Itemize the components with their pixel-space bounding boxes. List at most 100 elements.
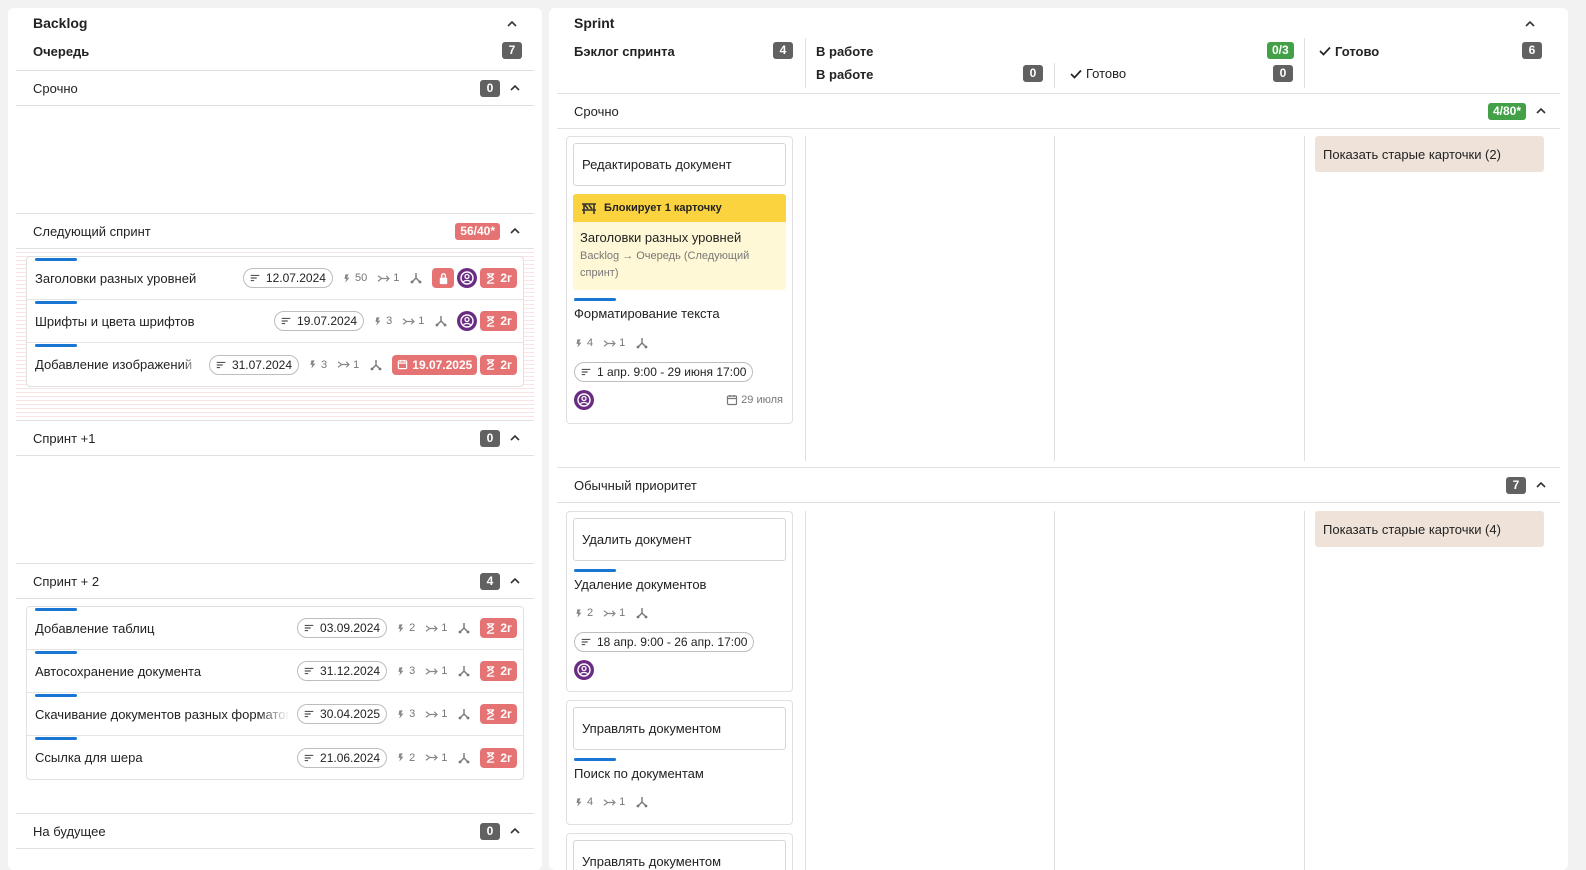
tree-icon[interactable] (635, 795, 649, 809)
section-sprint-plus-1[interactable]: Спринт +1 0 (16, 420, 534, 456)
story-title[interactable]: Управлять документом (573, 840, 786, 870)
task-name[interactable]: Заголовки разных уровней (35, 271, 235, 286)
swimlane-urgent[interactable]: Срочно 4/80* (557, 93, 1560, 129)
blocker-title[interactable]: Заголовки разных уровней (580, 230, 778, 245)
chevron-up-icon[interactable] (508, 431, 522, 445)
task-name[interactable]: Добавление таблиц (35, 621, 289, 636)
chevron-up-icon[interactable] (1534, 104, 1548, 118)
chevron-up-icon[interactable] (1534, 478, 1548, 492)
story-title[interactable]: Удалить документ (573, 518, 786, 561)
col-sprint-backlog-count: 4 (773, 42, 793, 59)
tree-icon[interactable] (635, 606, 649, 620)
task-name[interactable]: Добавление изображений (35, 357, 201, 372)
queue-label: Очередь (33, 44, 90, 59)
task-row[interactable]: Шрифты и цвета шрифтов 19.07.2024 3 1 2г (27, 300, 523, 343)
duration-pill[interactable]: 2г (480, 661, 517, 681)
task-row[interactable]: Добавление таблиц 03.09.2024 2 1 2г (27, 607, 523, 650)
tree-icon[interactable] (457, 621, 471, 635)
duration-pill[interactable]: 2г (480, 311, 517, 331)
tree-icon[interactable] (434, 314, 448, 328)
section-future[interactable]: На будущее 0 (16, 813, 534, 849)
lock-icon[interactable] (432, 268, 455, 288)
duration-pill[interactable]: 2г (480, 704, 517, 724)
avatar[interactable] (574, 660, 594, 680)
task-date[interactable]: 03.09.2024 (297, 618, 388, 638)
avatar[interactable] (574, 390, 594, 410)
story-card[interactable]: Управлять документом (566, 833, 793, 870)
swimlane-count-badge: 7 (1506, 476, 1526, 494)
task-row[interactable]: Заголовки разных уровней 12.07.2024 50 1… (27, 257, 523, 300)
tree-icon[interactable] (635, 336, 649, 350)
links-text: 1 (441, 665, 448, 677)
duration-text: 2г (500, 357, 512, 372)
duration-pill[interactable]: 2г (480, 618, 517, 638)
link-arrow-icon (377, 273, 390, 284)
duration-pill[interactable]: 2г (480, 747, 517, 768)
task-name[interactable]: Ссылка для шера (35, 750, 289, 765)
task-date[interactable]: 19.07.2024 (274, 311, 365, 331)
task-date[interactable]: 30.04.2025 (297, 704, 388, 724)
show-old-cards-button[interactable]: Показать старые карточки (4) (1315, 511, 1544, 547)
task-date[interactable]: 12.07.2024 (242, 268, 333, 288)
task-row[interactable]: Скачивание документов разных форматов 30… (27, 693, 523, 736)
task-item[interactable]: Форматирование текста 4 1 1 апр. 9:00 - … (574, 298, 786, 410)
queue-count-badge: 7 (502, 42, 522, 59)
avatar[interactable] (457, 268, 478, 288)
chevron-up-icon[interactable] (508, 574, 522, 588)
tree-icon[interactable] (457, 707, 471, 721)
task-name[interactable]: Удаление документов (574, 577, 786, 592)
story-card[interactable]: Управлять документом Поиск по документам… (566, 700, 793, 825)
deadline-pill[interactable]: 19.07.2025 (392, 354, 478, 375)
story-card[interactable]: Редактировать документ Блокирует 1 карто… (566, 136, 793, 424)
progress-bar (574, 569, 616, 572)
tree-icon[interactable] (409, 271, 423, 285)
links-count: 1 (402, 315, 424, 327)
link-arrow-icon (337, 359, 350, 370)
tree-icon[interactable] (369, 358, 383, 372)
chevron-up-icon[interactable] (508, 224, 522, 238)
show-old-cards-button[interactable]: Показать старые карточки (2) (1315, 136, 1544, 172)
task-date[interactable]: 21.06.2024 (297, 747, 388, 768)
points-text: 2 (409, 751, 416, 764)
story-card[interactable]: Удалить документ Удаление документов 2 1… (566, 511, 793, 692)
bolt-icon (396, 709, 406, 720)
section-count-badge: 0 (480, 429, 500, 447)
task-date[interactable]: 31.12.2024 (297, 661, 388, 681)
section-sprint-plus-2[interactable]: Спринт + 2 4 (16, 563, 534, 599)
task-date[interactable]: 31.07.2024 (208, 354, 300, 375)
lane-divider (1054, 511, 1055, 870)
tree-icon[interactable] (457, 664, 471, 678)
task-item[interactable]: Поиск по документам 4 1 (574, 758, 786, 810)
bolt-icon (574, 338, 584, 349)
collapse-sprint-chevron-icon[interactable] (1523, 17, 1537, 31)
task-name[interactable]: Скачивание документов разных форматов (35, 707, 289, 722)
story-title[interactable]: Редактировать документ (573, 143, 786, 186)
duration-pill[interactable]: 2г (480, 354, 517, 375)
swimlane-normal[interactable]: Обычный приоритет 7 (557, 467, 1560, 503)
task-name[interactable]: Форматирование текста (574, 306, 786, 321)
chevron-up-icon[interactable] (508, 81, 522, 95)
bolt-icon (574, 608, 584, 619)
task-row[interactable]: Добавление изображений 31.07.2024 3 1 19… (27, 343, 523, 386)
task-name[interactable]: Автосохранение документа (35, 664, 289, 679)
task-date-range[interactable]: 1 апр. 9:00 - 29 июня 17:00 (574, 362, 754, 382)
collapse-backlog-chevron-icon[interactable] (505, 17, 519, 31)
task-row[interactable]: Автосохранение документа 31.12.2024 3 1 … (27, 650, 523, 693)
task-row[interactable]: Ссылка для шера 21.06.2024 2 1 2г (27, 736, 523, 779)
avatar[interactable] (457, 311, 478, 331)
task-date-range[interactable]: 18 апр. 9:00 - 26 апр. 17:00 (574, 632, 755, 652)
blocker-box[interactable]: Блокирует 1 карточку Заголовки разных ур… (573, 194, 786, 290)
story-title[interactable]: Управлять документом (573, 707, 786, 750)
task-name[interactable]: Поиск по документам (574, 766, 786, 781)
task-item[interactable]: Удаление документов 2 1 18 апр. 9:00 - 2… (574, 569, 786, 683)
story-points: 3 (308, 359, 327, 371)
section-urgent[interactable]: Срочно 0 (16, 70, 534, 106)
hourglass-icon (485, 709, 496, 720)
task-name[interactable]: Шрифты и цвета шрифтов (35, 314, 266, 329)
link-arrow-icon (603, 797, 616, 808)
chevron-up-icon[interactable] (508, 824, 522, 838)
tree-icon[interactable] (457, 751, 471, 765)
section-title: Спринт +1 (33, 430, 96, 446)
section-next-sprint[interactable]: Следующий спринт 56/40* (16, 213, 534, 249)
duration-pill[interactable]: 2г (480, 268, 517, 288)
